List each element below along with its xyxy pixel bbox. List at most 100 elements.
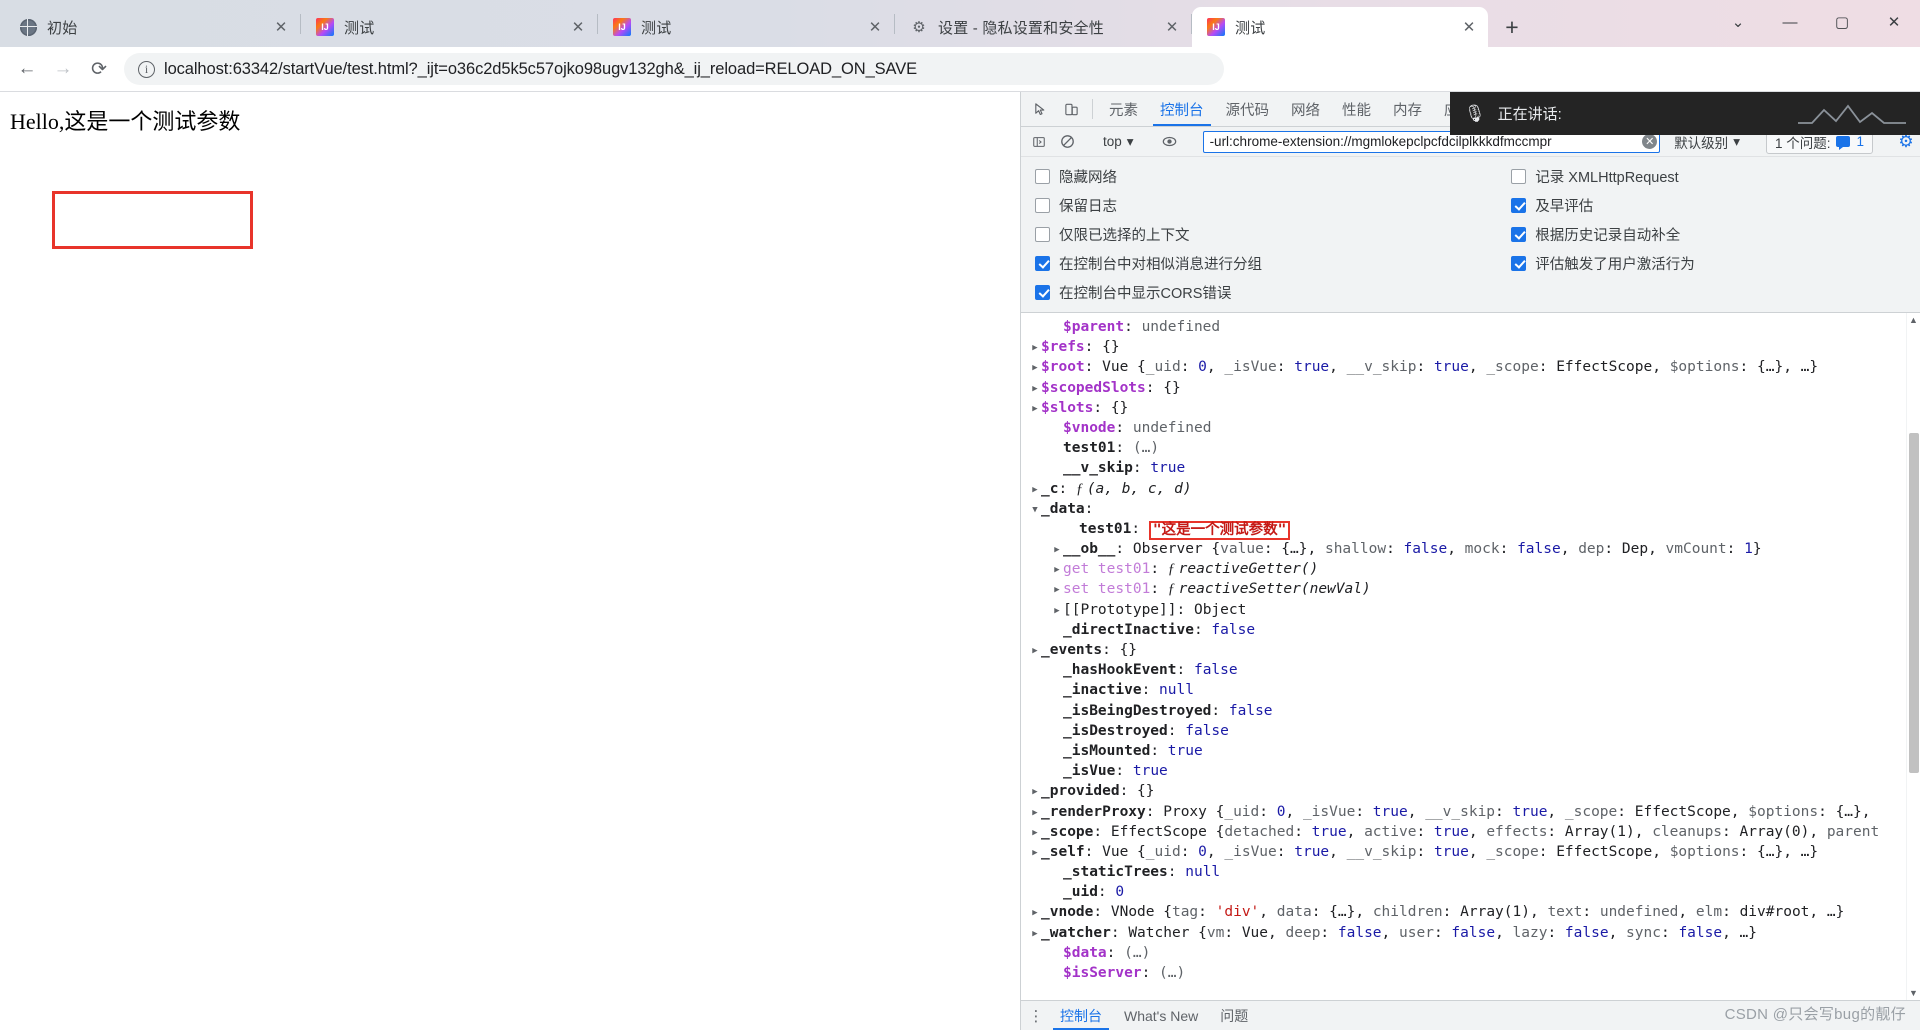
console-tree-row[interactable]: ▶$refs: {} [1021,337,1906,357]
chevron-right-icon[interactable]: ▶ [1029,641,1041,661]
checkbox[interactable] [1035,227,1050,242]
chevron-right-icon[interactable]: ▶ [1029,379,1041,399]
tab-performance[interactable]: 性能 [1331,92,1382,126]
console-tree-row[interactable]: ·_isVue: true [1021,761,1906,781]
console-tree-row[interactable]: ▶_provided: {} [1021,781,1906,801]
tab-close-button[interactable]: ✕ [270,16,292,38]
drawer-more-options-icon[interactable]: ⋮ [1023,1001,1049,1030]
console-tree-row[interactable]: ·$isServer: (…) [1021,963,1906,983]
checkbox[interactable] [1511,256,1526,271]
browser-tab-1[interactable]: 测试 ✕ [301,7,597,47]
clear-filter-icon[interactable]: ✕ [1642,134,1657,149]
tab-elements[interactable]: 元素 [1098,92,1149,126]
console-tree-row[interactable]: ▶__ob__: Observer {value: {…}, shallow: … [1021,539,1906,559]
scroll-up-icon[interactable]: ▲ [1909,313,1918,327]
device-toolbar-icon[interactable] [1056,92,1087,126]
chevron-right-icon[interactable]: ▶ [1029,843,1041,863]
checkbox[interactable] [1035,256,1050,271]
console-tree-row[interactable]: ▼_data: [1021,499,1906,519]
console-tree-row[interactable]: ▶$root: Vue {_uid: 0, _isVue: true, __v_… [1021,357,1906,377]
site-info-icon[interactable]: i [138,61,155,78]
chevron-right-icon[interactable]: ▶ [1029,823,1041,843]
checkbox[interactable] [1511,227,1526,242]
console-tree-row[interactable]: ·$vnode: undefined [1021,418,1906,438]
drawer-tab-whats-new[interactable]: What's New [1113,1001,1209,1030]
console-sidebar-icon[interactable] [1025,130,1052,154]
drawer-tab-issues[interactable]: 问题 [1209,1001,1259,1030]
console-setting-row[interactable]: 仅限已选择的上下文 [1035,224,1491,245]
chevron-right-icon[interactable]: ▶ [1029,338,1041,358]
maximize-button[interactable]: ▢ [1816,0,1868,44]
new-tab-button[interactable]: + [1494,9,1530,45]
console-tree-row[interactable]: ▶_events: {} [1021,640,1906,660]
close-window-button[interactable]: ✕ [1868,0,1920,44]
console-setting-row[interactable]: 保留日志 [1035,195,1491,216]
console-tree-row[interactable]: ·_uid: 0 [1021,882,1906,902]
console-setting-row[interactable]: 评估触发了用户激活行为 [1511,253,1920,274]
browser-tab-0[interactable]: 初始 ✕ [4,7,300,47]
tab-console[interactable]: 控制台 [1149,92,1215,126]
chevron-right-icon[interactable]: ▶ [1029,924,1041,944]
chevron-down-icon[interactable]: ▼ [1029,500,1041,520]
console-tree-row[interactable]: ·_inactive: null [1021,680,1906,700]
chevron-right-icon[interactable]: ▶ [1029,782,1041,802]
console-setting-row[interactable]: 隐藏网络 [1035,166,1491,187]
reload-icon[interactable]: ⟳ [82,52,116,86]
console-tree-row[interactable]: ·_directInactive: false [1021,620,1906,640]
minimize-button[interactable]: — [1764,0,1816,44]
chevron-right-icon[interactable]: ▶ [1051,580,1063,600]
console-tree-row[interactable]: ·_hasHookEvent: false [1021,660,1906,680]
console-setting-row[interactable]: 在控制台中显示CORS错误 [1035,282,1491,303]
browser-tab-4[interactable]: 测试 ✕ [1192,7,1488,47]
chevron-right-icon[interactable]: ▶ [1029,803,1041,823]
console-tree-row[interactable]: ·$data: (…) [1021,943,1906,963]
console-tree-row[interactable]: ▶set test01: ƒ reactiveSetter(newVal) [1021,579,1906,599]
console-tree-row[interactable]: ▶_self: Vue {_uid: 0, _isVue: true, __v_… [1021,842,1906,862]
console-tree-row[interactable]: ·__v_skip: true [1021,458,1906,478]
console-tree-row[interactable]: ·test01: (…) [1021,438,1906,458]
chevron-right-icon[interactable]: ▶ [1051,540,1063,560]
console-tree-row[interactable]: ·_isMounted: true [1021,741,1906,761]
console-tree-row[interactable]: ▶$scopedSlots: {} [1021,378,1906,398]
clear-console-icon[interactable] [1054,130,1081,154]
filter-text-input[interactable] [1210,134,1643,149]
console-setting-row[interactable]: 记录 XMLHttpRequest [1511,166,1920,187]
checkbox[interactable] [1035,285,1050,300]
console-tree-row[interactable]: ▶$slots: {} [1021,398,1906,418]
console-tree-row[interactable]: ·_staticTrees: null [1021,862,1906,882]
console-tree-row[interactable]: ·_isBeingDestroyed: false [1021,701,1906,721]
chevron-right-icon[interactable]: ▶ [1029,903,1041,923]
live-expression-icon[interactable] [1156,130,1183,154]
drawer-tab-console[interactable]: 控制台 [1049,1001,1113,1030]
tab-close-button[interactable]: ✕ [1161,16,1183,38]
scrollbar-thumb[interactable] [1909,433,1919,773]
console-tree-row[interactable]: ·_isDestroyed: false [1021,721,1906,741]
console-tree-row[interactable]: ▶_scope: EffectScope {detached: true, ac… [1021,822,1906,842]
console-tree-row[interactable]: ▶[[Prototype]]: Object [1021,600,1906,620]
console-tree-row[interactable]: ▶_watcher: Watcher {vm: Vue, deep: false… [1021,923,1906,943]
execution-context-select[interactable]: top ▾ [1096,132,1141,152]
tab-memory[interactable]: 内存 [1382,92,1433,126]
console-tree-row[interactable]: ▶_vnode: VNode {tag: 'div', data: {…}, c… [1021,902,1906,922]
back-icon[interactable]: ← [10,52,44,86]
chevron-right-icon[interactable]: ▶ [1051,601,1063,621]
scroll-down-icon[interactable]: ▼ [1909,986,1918,1000]
tab-close-button[interactable]: ✕ [864,16,886,38]
checkbox[interactable] [1035,198,1050,213]
inspect-element-icon[interactable] [1025,92,1056,126]
chevron-right-icon[interactable]: ▶ [1051,560,1063,580]
console-tree-row[interactable]: ▶_renderProxy: Proxy {_uid: 0, _isVue: t… [1021,802,1906,822]
console-tree-row[interactable]: ·$parent: undefined [1021,317,1906,337]
tab-close-button[interactable]: ✕ [567,16,589,38]
chevron-right-icon[interactable]: ▶ [1029,480,1041,500]
console-message-list[interactable]: ·$parent: undefined▶$refs: {}▶$root: Vue… [1021,313,1906,1000]
browser-tab-2[interactable]: 测试 ✕ [598,7,894,47]
console-tree-row[interactable]: ▶get test01: ƒ reactiveGetter() [1021,559,1906,579]
tab-search-icon[interactable]: ⌄ [1712,0,1764,44]
chevron-right-icon[interactable]: ▶ [1029,358,1041,378]
console-setting-row[interactable]: 在控制台中对相似消息进行分组 [1035,253,1491,274]
console-tree-row[interactable]: ▶_c: ƒ (a, b, c, d) [1021,479,1906,499]
console-setting-row[interactable]: 根据历史记录自动补全 [1511,224,1920,245]
checkbox[interactable] [1511,198,1526,213]
url-input[interactable]: i localhost:63342/startVue/test.html?_ij… [124,53,1224,85]
